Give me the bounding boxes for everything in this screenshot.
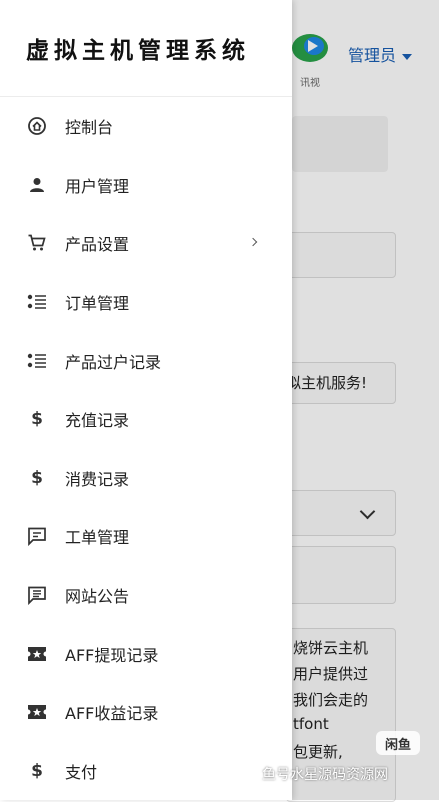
ticket-star-icon <box>26 643 48 665</box>
list-icon <box>26 350 48 372</box>
menu-item-label: 消费记录 <box>65 469 130 489</box>
menu-item-label: 工单管理 <box>65 528 130 548</box>
list-icon <box>26 291 48 313</box>
menu-item-label: 订单管理 <box>65 294 130 314</box>
menu-item-label: AFF收益记录 <box>65 704 159 724</box>
menu-item-label: 网站公告 <box>65 587 130 607</box>
menu-item-announcements[interactable]: 网站公告 <box>0 566 292 625</box>
menu-item-label: AFF提现记录 <box>65 645 159 665</box>
menu-item-dashboard[interactable]: 控制台 <box>0 97 292 156</box>
menu-item-label: 产品过户记录 <box>65 352 162 372</box>
cart-icon <box>26 232 48 254</box>
ticket-star-icon <box>26 701 48 723</box>
home-icon <box>26 115 48 137</box>
side-drawer: 虚拟主机管理系统 控制台 用户管理 产品设置 订单管理 产品过户记录 $ 充值记… <box>0 0 292 800</box>
menu-item-tickets[interactable]: 工单管理 <box>0 507 292 566</box>
menu-item-consumption-records[interactable]: $ 消费记录 <box>0 449 292 508</box>
dollar-icon: $ <box>31 467 43 488</box>
menu-item-label: 用户管理 <box>65 176 130 196</box>
menu-item-payment[interactable]: $ 支付 <box>0 742 292 801</box>
menu-item-label: 控制台 <box>65 118 114 138</box>
dollar-icon: $ <box>31 409 43 430</box>
chevron-right-icon <box>248 238 258 247</box>
menu-item-product-settings[interactable]: 产品设置 <box>0 214 292 273</box>
nav-menu: 控制台 用户管理 产品设置 订单管理 产品过户记录 $ 充值记录 $ 消费记录 … <box>0 97 292 800</box>
announcement-icon <box>26 584 48 606</box>
menu-item-aff-earnings[interactable]: AFF收益记录 <box>0 683 292 742</box>
dollar-icon: $ <box>31 760 43 781</box>
watermark-text: 鱼号水星源码资源网 <box>262 767 388 783</box>
message-icon <box>26 525 48 547</box>
menu-item-label: 支付 <box>65 762 98 782</box>
person-icon <box>26 174 48 196</box>
menu-item-product-transfers[interactable]: 产品过户记录 <box>0 331 292 390</box>
menu-item-recharge-records[interactable]: $ 充值记录 <box>0 390 292 449</box>
menu-item-label: 充值记录 <box>65 411 130 431</box>
menu-item-users[interactable]: 用户管理 <box>0 156 292 215</box>
menu-item-label: 产品设置 <box>65 235 130 255</box>
watermark-badge: 闲鱼 <box>376 731 420 755</box>
menu-item-orders[interactable]: 订单管理 <box>0 273 292 332</box>
app-title: 虚拟主机管理系统 <box>0 0 292 97</box>
menu-item-aff-withdrawals[interactable]: AFF提现记录 <box>0 624 292 683</box>
